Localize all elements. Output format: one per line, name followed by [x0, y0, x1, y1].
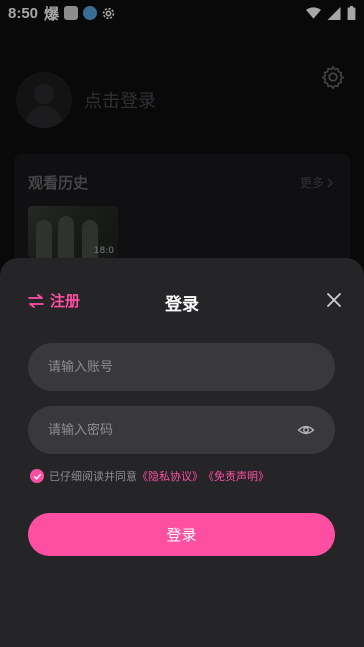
agreement-row: 已仔细阅读并同意 《隐私协议》 《免责声明》	[30, 468, 269, 484]
disclaimer-link[interactable]: 《免责声明》	[203, 468, 269, 484]
password-input[interactable]	[48, 422, 297, 438]
login-button[interactable]: 登录	[28, 513, 335, 556]
password-field[interactable]	[28, 406, 335, 454]
login-sheet: 注册 登录 已仔细阅读并同意 《隐私协议》 《免责声明》 登录	[0, 258, 364, 647]
account-input[interactable]	[48, 359, 315, 375]
eye-icon[interactable]	[297, 421, 315, 439]
agree-text: 已仔细阅读并同意	[49, 470, 137, 483]
agree-checkbox[interactable]	[30, 469, 44, 483]
sheet-title: 登录	[165, 295, 199, 315]
checkmark-icon	[33, 473, 41, 480]
privacy-link[interactable]: 《隐私协议》	[137, 468, 203, 484]
account-field[interactable]	[28, 343, 335, 391]
close-icon[interactable]	[326, 292, 342, 308]
